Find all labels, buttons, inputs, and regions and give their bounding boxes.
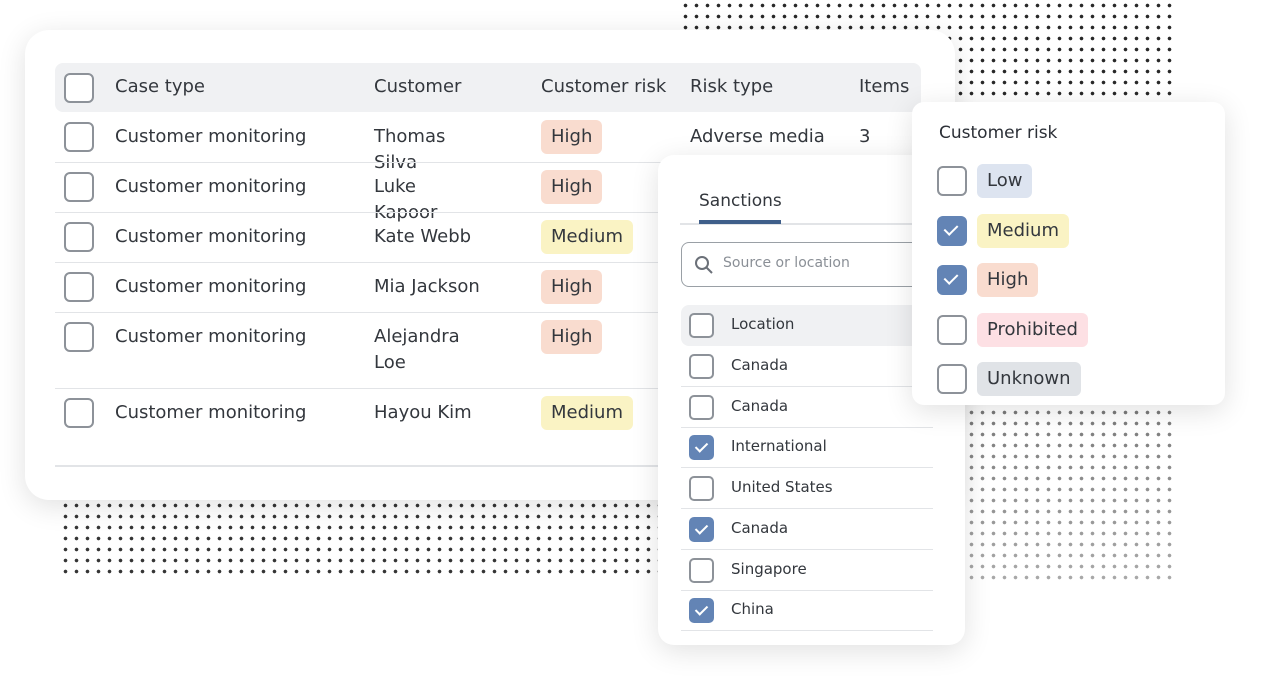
search-placeholder: Source or location (723, 255, 850, 271)
location-option[interactable]: Canada (681, 387, 933, 428)
location-option[interactable]: Canada (681, 346, 933, 387)
location-label: Singapore (731, 559, 807, 578)
location-label: United States (731, 478, 833, 497)
location-checkbox[interactable] (689, 557, 714, 583)
row-checkbox[interactable] (64, 222, 94, 252)
customer-cell[interactable]: Mia Jackson (374, 274, 484, 300)
case-type-cell: Customer monitoring (115, 126, 307, 147)
header-customer-risk[interactable]: Customer risk (541, 75, 666, 99)
select-all-checkbox[interactable] (64, 73, 94, 103)
case-type-cell: Customer monitoring (115, 276, 307, 297)
row-checkbox[interactable] (64, 122, 94, 152)
location-label: Canada (731, 356, 789, 374)
case-type-cell: Customer monitoring (115, 402, 307, 423)
location-checkbox[interactable] (689, 476, 714, 502)
risk-option-badge: Prohibited (977, 312, 1088, 347)
location-checkbox[interactable] (689, 354, 714, 379)
search-input[interactable]: Source or location (681, 242, 951, 287)
location-option[interactable]: United States (681, 468, 933, 510)
risk-filter-title: Customer risk (939, 123, 1058, 143)
risk-checkbox[interactable] (937, 265, 967, 295)
header-risk-type[interactable]: Risk type (690, 75, 773, 99)
row-checkbox[interactable] (64, 272, 94, 302)
risk-option-badge: High (977, 263, 1039, 297)
risk-badge: High (541, 320, 603, 354)
row-checkbox[interactable] (64, 172, 94, 202)
risk-badge: Medium (541, 220, 633, 254)
search-icon (695, 256, 713, 274)
risk-badge: High (541, 270, 603, 304)
risk-option-badge: Unknown (977, 362, 1081, 396)
location-option[interactable]: Canada (681, 509, 933, 550)
location-checkbox[interactable] (689, 394, 714, 420)
location-option[interactable]: International (681, 427, 933, 469)
tab-sanctions[interactable]: Sanctions (699, 189, 782, 213)
risk-type-cell: Adverse media (690, 126, 825, 147)
halftone-pattern (60, 500, 680, 580)
customer-cell[interactable]: Alejandra Loe (374, 324, 484, 376)
risk-option-badge: Low (977, 164, 1033, 198)
header-case-type[interactable]: Case type (115, 75, 205, 99)
tab-underline (699, 220, 781, 224)
location-checkbox[interactable] (689, 435, 714, 461)
risk-badge: High (541, 120, 603, 154)
header-customer[interactable]: Customer (374, 75, 461, 99)
risk-checkbox[interactable] (937, 215, 967, 246)
header-items[interactable]: Items (859, 75, 909, 99)
risk-option-badge: Medium (977, 213, 1069, 248)
location-header-row: Location (681, 305, 933, 346)
case-type-cell: Customer monitoring (115, 176, 307, 197)
location-label: International (731, 437, 827, 456)
location-label: Canada (731, 518, 789, 537)
case-type-cell: Customer monitoring (115, 226, 307, 247)
risk-badge: Medium (541, 396, 633, 430)
row-checkbox[interactable] (64, 398, 94, 428)
risk-checkbox[interactable] (937, 166, 967, 196)
risk-checkbox[interactable] (937, 314, 967, 345)
customer-risk-filter-panel: Customer risk Low Medium High Prohibited Unk… (912, 102, 1225, 405)
risk-checkbox[interactable] (937, 364, 967, 394)
location-label: China (731, 600, 774, 619)
location-checkbox[interactable] (689, 598, 714, 624)
row-checkbox[interactable] (64, 322, 94, 352)
location-label: Canada (731, 396, 789, 415)
case-type-cell: Customer monitoring (115, 326, 307, 347)
customer-cell[interactable]: Kate Webb (374, 224, 484, 250)
location-option[interactable]: Singapore (681, 550, 933, 591)
location-header: Location (731, 315, 795, 333)
risk-badge: High (541, 170, 603, 204)
customer-cell[interactable]: Luke Kapoor (374, 174, 484, 226)
location-select-all-checkbox[interactable] (689, 313, 714, 338)
location-checkbox[interactable] (689, 516, 714, 542)
location-option[interactable]: China (681, 590, 933, 632)
items-cell: 3 (859, 126, 871, 147)
customer-cell[interactable]: Hayou Kim (374, 400, 484, 426)
customer-cell[interactable]: Thomas Silva (374, 124, 484, 176)
